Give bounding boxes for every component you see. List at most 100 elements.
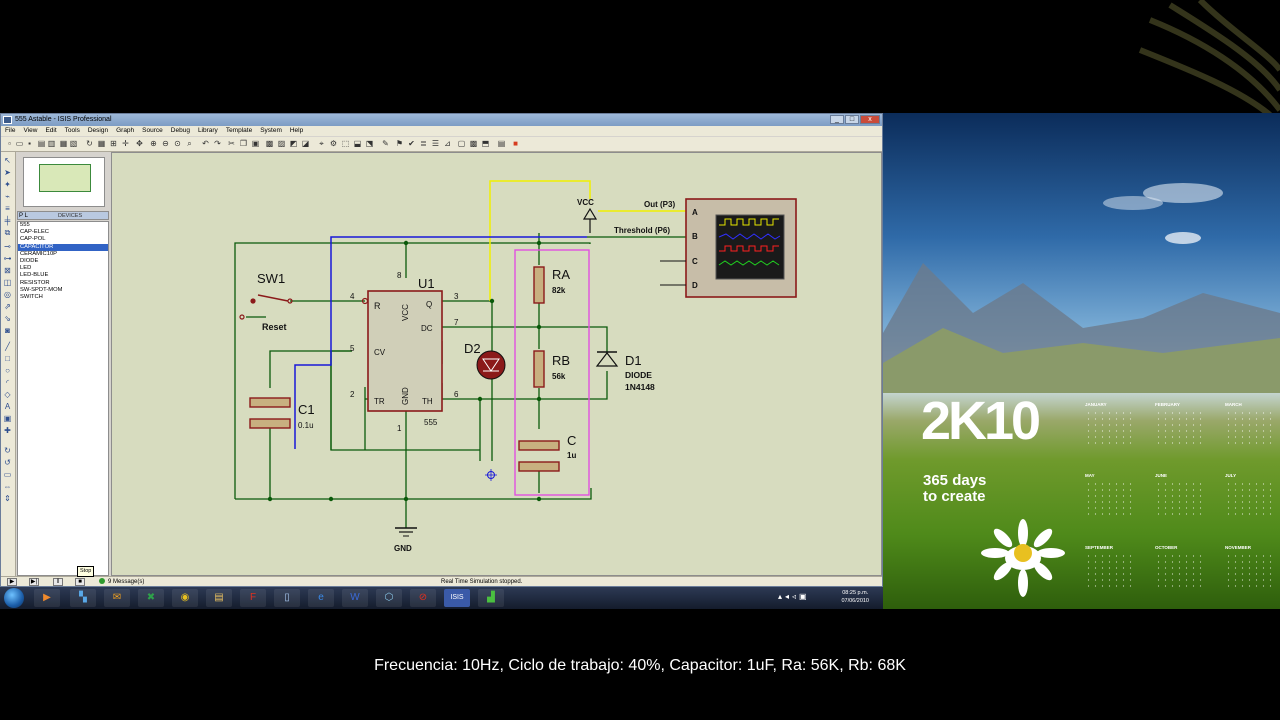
bom-icon[interactable]: ☰: [431, 139, 440, 148]
rb-resistor[interactable]: [533, 350, 545, 388]
device-item[interactable]: SWITCH: [18, 294, 108, 301]
text-icon[interactable]: A: [3, 402, 12, 411]
refresh-icon[interactable]: ↻: [85, 139, 94, 148]
block-icon[interactable]: ⊘: [410, 589, 436, 607]
ie-icon[interactable]: e: [308, 589, 334, 607]
device-item[interactable]: SW-SPDT-MOM: [18, 287, 108, 294]
mirror-v-icon[interactable]: ⇕: [3, 494, 12, 503]
text-script-icon[interactable]: ≡: [3, 204, 12, 213]
mirror-h-icon[interactable]: ⇔: [3, 482, 12, 491]
import-icon[interactable]: ▤: [37, 139, 46, 148]
device-item-selected[interactable]: CAPACITOR: [18, 243, 108, 251]
box-icon[interactable]: ⬡: [376, 589, 402, 607]
menu-library[interactable]: Library: [194, 126, 222, 136]
stop-button[interactable]: ■: [75, 578, 85, 586]
export-icon[interactable]: ▥: [47, 139, 56, 148]
bus-icon[interactable]: ╪: [3, 216, 12, 225]
ares-icon[interactable]: ■: [511, 139, 520, 148]
outlook-icon[interactable]: ✉: [104, 589, 130, 607]
selection-mode-icon[interactable]: ↖: [3, 156, 12, 165]
goto-sheet-icon[interactable]: ⬒: [481, 139, 490, 148]
copy-icon[interactable]: ❐: [239, 139, 248, 148]
oscilloscope[interactable]: [660, 198, 797, 298]
electrical-check-icon[interactable]: ✔: [407, 139, 416, 148]
c1-capacitor[interactable]: [249, 397, 291, 429]
zoom-in-icon[interactable]: ⊕: [149, 139, 158, 148]
cursor-icon[interactable]: ✛: [121, 139, 130, 148]
property-icon[interactable]: ⚑: [395, 139, 404, 148]
search-tag-icon[interactable]: ✎: [381, 139, 390, 148]
menu-view[interactable]: View: [19, 126, 41, 136]
pick-devices-tab[interactable]: P: [19, 213, 23, 219]
print-icon[interactable]: ▦: [59, 139, 68, 148]
zoom-out-icon[interactable]: ⊖: [161, 139, 170, 148]
component-mode-icon[interactable]: ➤: [3, 168, 12, 177]
device-item[interactable]: CAP-ELEC: [18, 229, 108, 236]
sw1-switch[interactable]: [239, 294, 293, 320]
decompose-icon[interactable]: ⬓: [353, 139, 362, 148]
current-probe-icon[interactable]: ⇘: [3, 314, 12, 323]
library-manager-tab[interactable]: L: [25, 213, 28, 219]
device-item[interactable]: LED-BLUE: [18, 272, 108, 279]
vcc-terminal[interactable]: [582, 207, 598, 233]
report-icon[interactable]: ▤: [497, 139, 506, 148]
zoom-all-icon[interactable]: ⊙: [173, 139, 182, 148]
origin-icon[interactable]: ⊞: [109, 139, 118, 148]
menu-help[interactable]: Help: [286, 126, 307, 136]
area-icon[interactable]: ▧: [69, 139, 78, 148]
netlist-icon[interactable]: ≣: [419, 139, 428, 148]
menu-system[interactable]: System: [256, 126, 286, 136]
menu-file[interactable]: File: [1, 126, 19, 136]
device-item[interactable]: DIODE: [18, 258, 108, 265]
word-icon[interactable]: W: [342, 589, 368, 607]
terminal-icon[interactable]: ⊸: [3, 242, 12, 251]
menu-graph[interactable]: Graph: [112, 126, 138, 136]
device-item[interactable]: 555: [18, 222, 108, 229]
undo-icon[interactable]: ↶: [201, 139, 210, 148]
menu-design[interactable]: Design: [84, 126, 112, 136]
pdf-icon[interactable]: F: [240, 589, 266, 607]
open-file-icon[interactable]: ▭: [15, 139, 24, 148]
pan-icon[interactable]: ✥: [135, 139, 144, 148]
circle-icon[interactable]: ○: [3, 366, 12, 375]
c-capacitor[interactable]: [518, 440, 560, 472]
step-button[interactable]: ▶|: [29, 578, 39, 586]
wire-autorouter-icon[interactable]: ⬔: [365, 139, 374, 148]
path-icon[interactable]: ◇: [3, 390, 12, 399]
play-button[interactable]: ▶: [7, 578, 17, 586]
voltage-probe-icon[interactable]: ⇗: [3, 302, 12, 311]
pick-device-icon[interactable]: ⌖: [317, 139, 326, 148]
box-icon[interactable]: □: [3, 354, 12, 363]
system-tray-icons[interactable]: ▴◂◃▣: [778, 592, 810, 601]
rotate-ccw-icon[interactable]: ↺: [3, 458, 12, 467]
paste-icon[interactable]: ▣: [251, 139, 260, 148]
block-copy-icon[interactable]: ▩: [265, 139, 274, 148]
chrome-icon[interactable]: ◉: [172, 589, 198, 607]
arc-icon[interactable]: ◜: [3, 378, 12, 387]
flip-icon[interactable]: ▚: [70, 589, 96, 607]
title-bar[interactable]: 555 Astable - ISIS Professional _ □ x: [1, 114, 882, 126]
make-device-icon[interactable]: ⚙: [329, 139, 338, 148]
remove-sheet-icon[interactable]: ▩: [469, 139, 478, 148]
excel-icon[interactable]: ✖: [138, 589, 164, 607]
block-rotate-icon[interactable]: ◩: [289, 139, 298, 148]
start-button[interactable]: [4, 588, 24, 608]
new-sheet-icon[interactable]: ▢: [457, 139, 466, 148]
explorer-icon[interactable]: ▤: [206, 589, 232, 607]
device-item[interactable]: LED: [18, 265, 108, 272]
isis-icon[interactable]: ISIS: [444, 589, 470, 607]
menu-debug[interactable]: Debug: [167, 126, 194, 136]
package-icon[interactable]: ⬚: [341, 139, 350, 148]
virtual-instrument-icon[interactable]: ◙: [3, 326, 12, 335]
ra-resistor[interactable]: [533, 266, 545, 304]
overview-viewport[interactable]: [39, 164, 91, 192]
menu-source[interactable]: Source: [138, 126, 167, 136]
symbol-icon[interactable]: ▣: [3, 414, 12, 423]
close-button[interactable]: x: [860, 115, 880, 124]
block-move-icon[interactable]: ▨: [277, 139, 286, 148]
media-icon[interactable]: ▶: [34, 589, 60, 607]
device-item[interactable]: RESISTOR: [18, 280, 108, 287]
redo-icon[interactable]: ↷: [213, 139, 222, 148]
ares-icon[interactable]: ▟: [478, 589, 504, 607]
generator-icon[interactable]: ◎: [3, 290, 12, 299]
